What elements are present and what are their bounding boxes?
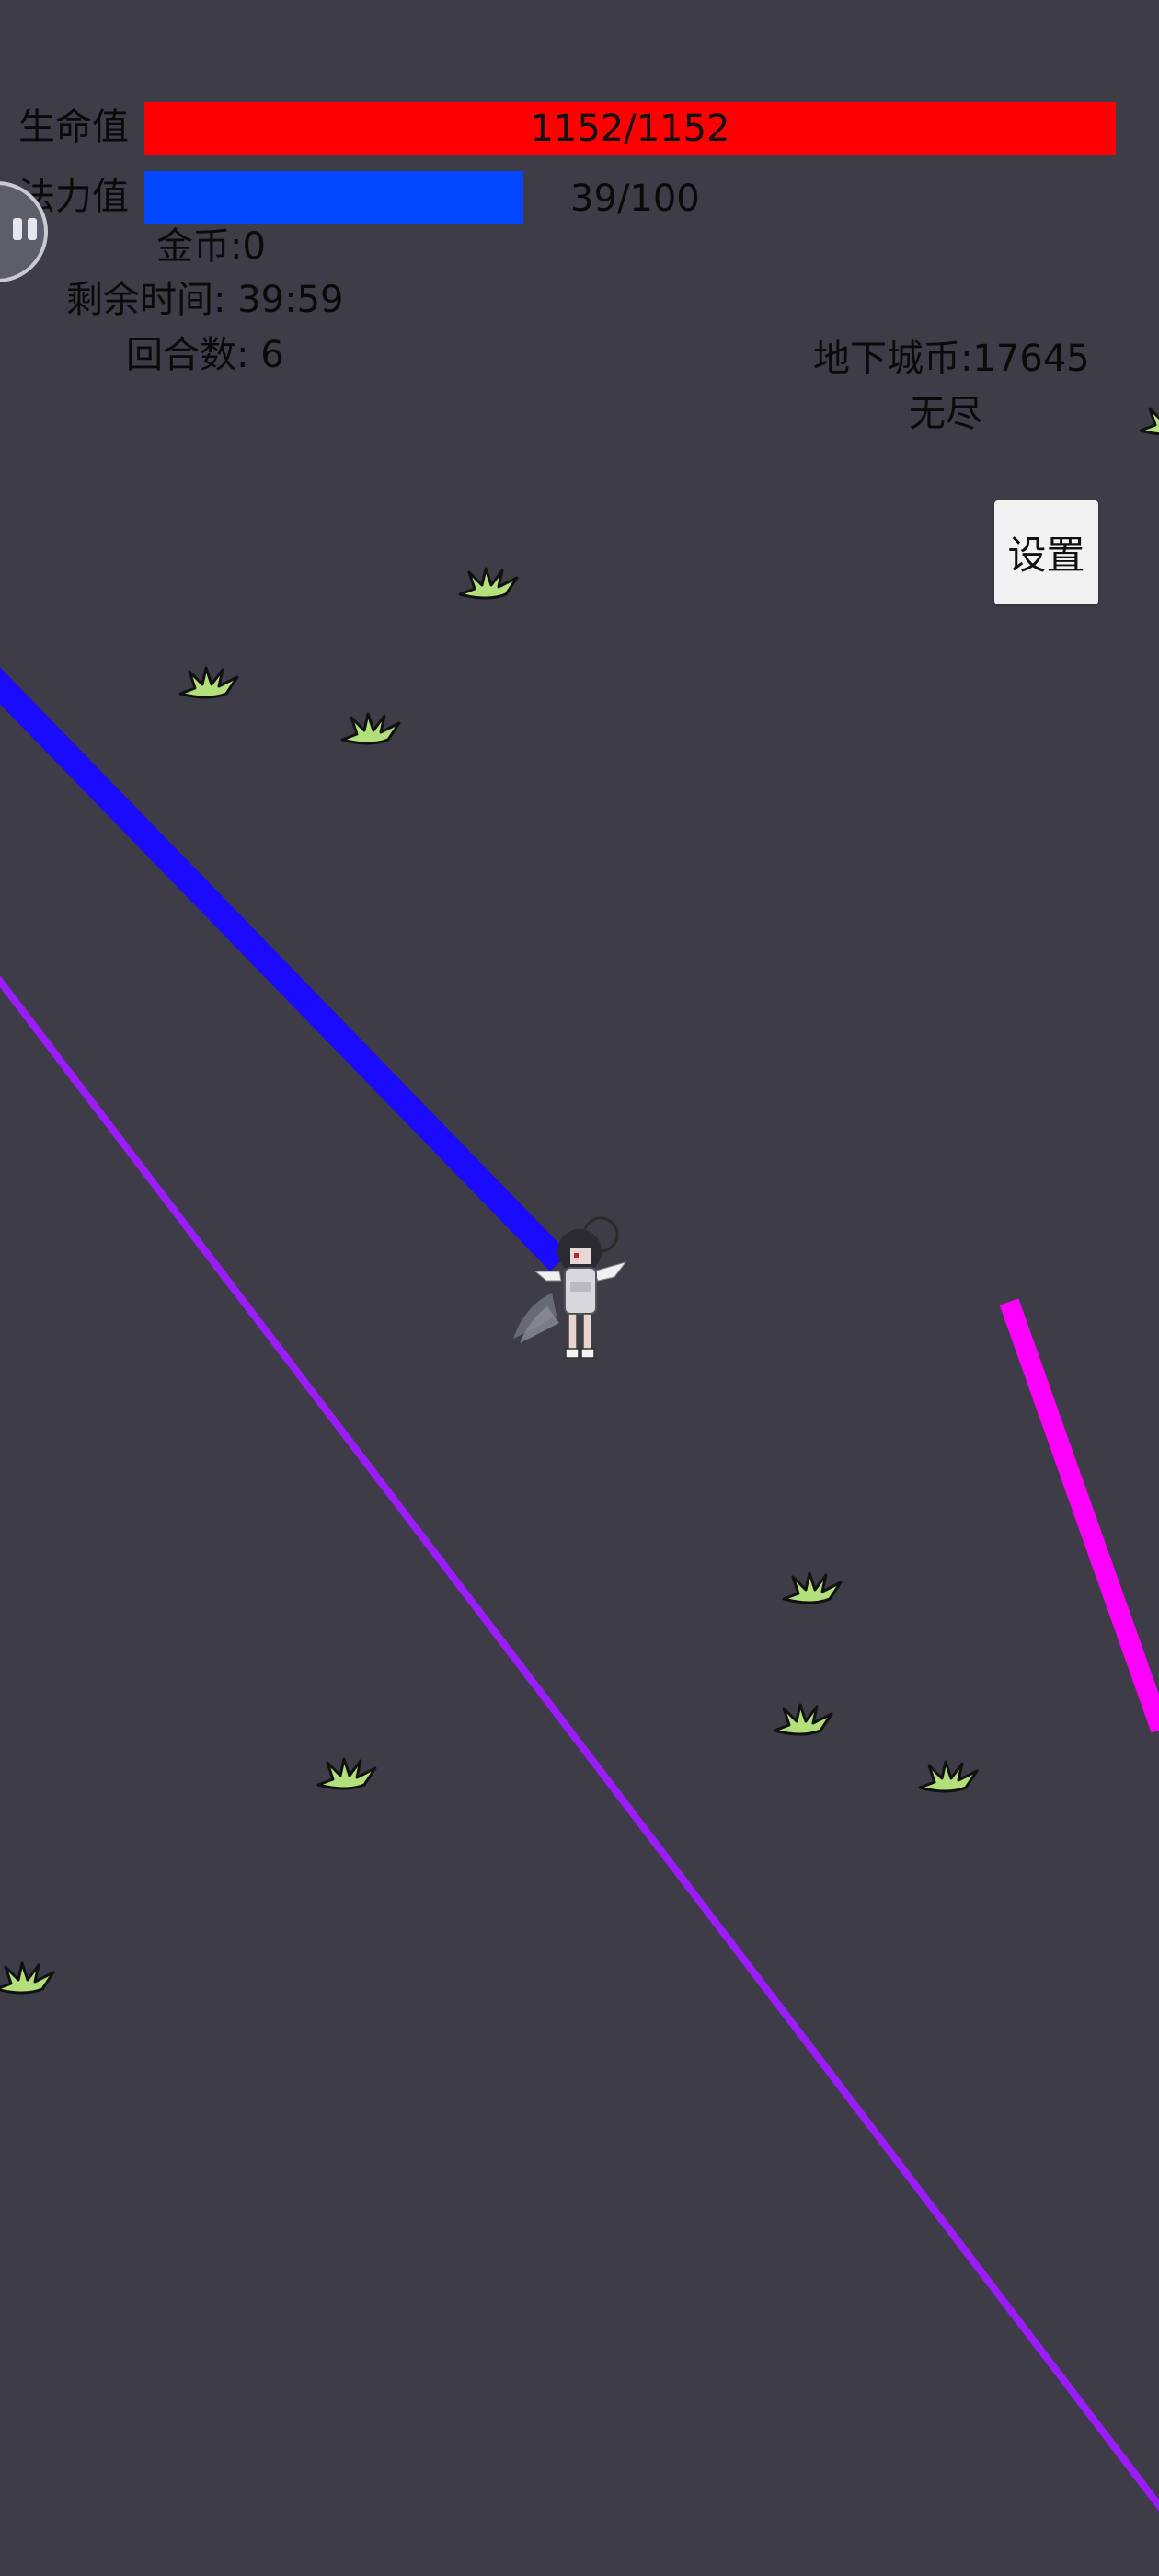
grass-tuft-icon — [340, 712, 401, 745]
mp-value: 39/100 — [570, 178, 700, 220]
mp-bar-fill — [144, 171, 523, 224]
gold-counter: 金币:0 — [156, 225, 266, 268]
grass-tuft-icon — [773, 1703, 833, 1736]
grass-tuft-icon — [1139, 403, 1159, 436]
time-remaining: 剩余时间: 39:59 — [66, 279, 344, 321]
hp-value: 1152/1152 — [530, 107, 730, 150]
grass-tuft-icon — [0, 1961, 55, 1995]
pause-icon — [13, 218, 22, 240]
grass-tuft-icon — [782, 1571, 843, 1604]
settings-button[interactable]: 设置 — [994, 500, 1098, 604]
pause-icon-bar — [28, 218, 37, 240]
dungeon-coins: 地下城币:17645 — [813, 338, 1090, 380]
game-mode: 无尽 — [909, 393, 982, 435]
hp-label: 生命值 — [18, 106, 129, 148]
grass-tuft-icon — [178, 666, 239, 699]
round-counter: 回合数: 6 — [126, 334, 284, 376]
grass-tuft-icon — [316, 1757, 377, 1790]
grass-tuft-icon — [918, 1760, 979, 1793]
hp-bar: 1152/1152 — [144, 102, 1116, 155]
grass-tuft-icon — [458, 567, 519, 600]
player-character — [513, 1216, 627, 1359]
